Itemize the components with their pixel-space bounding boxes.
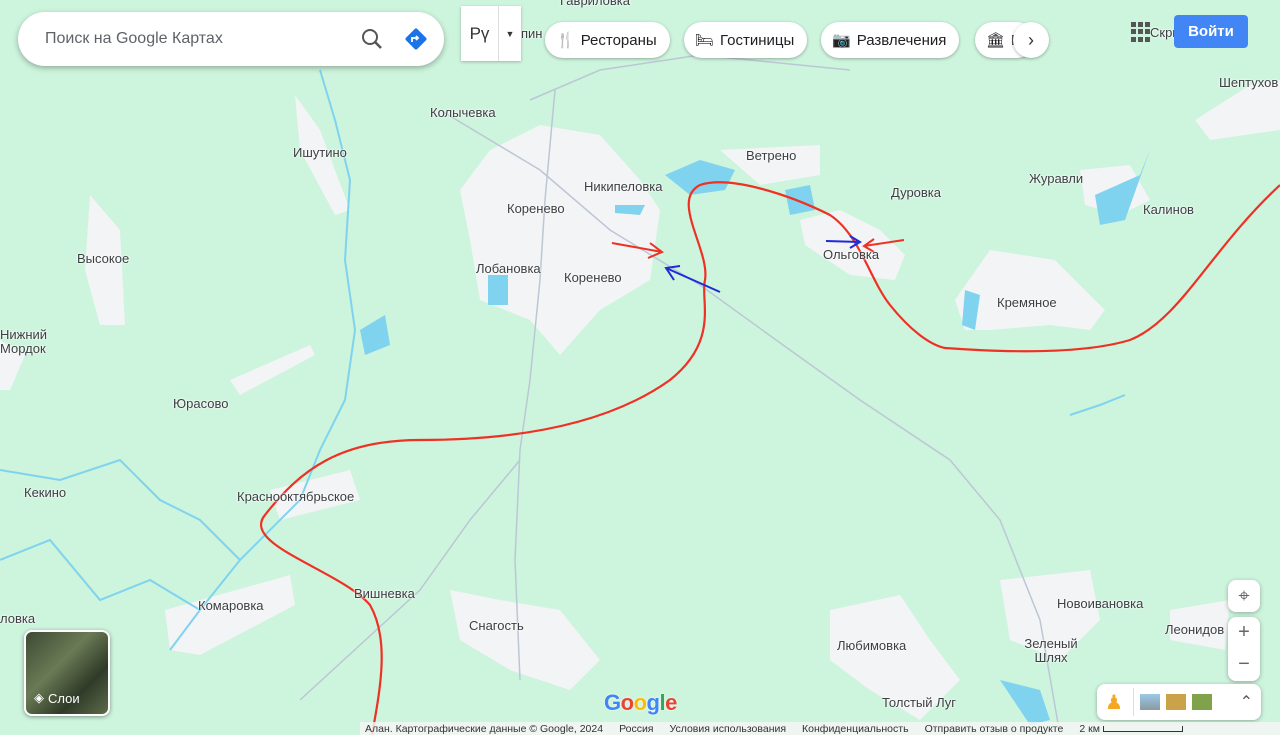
- layers-label: Слои: [48, 691, 80, 706]
- place-label: Шептухов: [1219, 75, 1279, 90]
- layers-button[interactable]: ◈ Слои: [24, 630, 110, 716]
- place-label: Ишутино: [293, 145, 347, 160]
- place-label: Вишневка: [354, 586, 415, 601]
- place-label: Гавриловка: [560, 0, 631, 8]
- chip-label: Развлечения: [856, 31, 947, 49]
- place-label: Леонидов: [1165, 622, 1225, 637]
- language-value: Рү: [461, 6, 499, 61]
- layers-icon: ◈: [34, 690, 44, 705]
- place-label: ловка: [0, 611, 36, 626]
- place-label: Ольговка: [823, 247, 880, 262]
- chevron-down-icon: ▼: [505, 28, 515, 39]
- place-label: Ветрено: [746, 148, 797, 163]
- chip-label: Рестораны: [580, 31, 657, 49]
- zoom-in-button[interactable]: +: [1238, 617, 1250, 649]
- place-label: Кекино: [24, 485, 67, 500]
- place-label: Дуровка: [891, 185, 942, 200]
- place-label: Новоивановка: [1057, 596, 1144, 611]
- place-label: Толстый Луг: [882, 695, 957, 710]
- map-data-attribution: Алан. Картографические данные © Google, …: [365, 722, 604, 735]
- frontline: [260, 181, 1280, 735]
- hotel-icon: 🛏: [695, 32, 715, 49]
- zoom-controls: + −: [1228, 617, 1260, 681]
- imagery-thumb[interactable]: [1140, 694, 1160, 710]
- feedback-link[interactable]: Отправить отзыв о продукте: [925, 723, 1064, 735]
- footer: Алан. Картографические данные © Google, …: [360, 722, 1280, 735]
- pegman-icon[interactable]: ♟: [1105, 690, 1127, 715]
- expand-icon[interactable]: ⌃: [1240, 692, 1253, 712]
- apps-grid-icon[interactable]: [1131, 22, 1151, 42]
- place-label: Снагость: [469, 618, 524, 633]
- chip-entertainment[interactable]: 📷 Развлечения: [821, 22, 960, 58]
- search-icon[interactable]: [350, 17, 394, 61]
- imagery-thumb[interactable]: [1192, 694, 1212, 710]
- location-icon: ⌖: [1238, 584, 1250, 607]
- my-location-button[interactable]: ⌖: [1228, 580, 1260, 612]
- street-view-bar: ♟ ⌃: [1097, 684, 1261, 720]
- camera-icon: 📷: [832, 32, 851, 49]
- terms-link[interactable]: Условия использования: [670, 723, 787, 735]
- signin-button[interactable]: Войти: [1174, 15, 1248, 48]
- search-box[interactable]: Поиск на Google Картах: [18, 12, 444, 66]
- place-label: Коренево: [507, 201, 565, 216]
- scale-bar[interactable]: 2 км: [1079, 723, 1183, 735]
- place-label: Комаровка: [198, 598, 264, 613]
- language-select[interactable]: Рү ▼: [461, 6, 521, 61]
- place-label: Любимовка: [837, 638, 907, 653]
- place-label: Коренево: [564, 270, 622, 285]
- place-label: Колычевка: [430, 105, 496, 120]
- chip-label: Гостиницы: [720, 31, 795, 49]
- chevron-right-icon[interactable]: ›: [1013, 22, 1049, 58]
- privacy-link[interactable]: Конфиденциальность: [802, 723, 909, 735]
- map-canvas[interactable]: [0, 0, 1280, 735]
- scale-label: 2 км: [1079, 722, 1100, 735]
- place-label: Высокое: [77, 251, 130, 266]
- search-input[interactable]: Поиск на Google Картах: [45, 30, 350, 48]
- place-label: Калинов: [1143, 202, 1194, 217]
- directions-icon[interactable]: [394, 17, 438, 61]
- place-label: пин: [521, 26, 543, 41]
- country-link[interactable]: Россия: [619, 723, 653, 735]
- place-label: Кремяное: [997, 295, 1057, 310]
- place-label: Краснооктябрьское: [237, 489, 355, 504]
- place-label: Журавли: [1029, 171, 1084, 186]
- museum-icon: 🏛: [986, 32, 1006, 49]
- roads: [299, 54, 1061, 735]
- place-label: Нижний Мордок: [0, 327, 48, 356]
- imagery-thumb[interactable]: [1166, 694, 1186, 710]
- chip-hotels[interactable]: 🛏 Гостиницы: [684, 22, 808, 58]
- restaurant-icon: 🍴: [556, 32, 575, 49]
- chip-restaurants[interactable]: 🍴 Рестораны: [545, 22, 670, 58]
- place-label: Зеленый Шлях: [1024, 636, 1078, 665]
- google-logo: Google: [604, 690, 677, 715]
- place-label: Никипеловка: [584, 179, 663, 194]
- place-label: Лобановка: [476, 261, 541, 276]
- place-label: Юрасово: [173, 396, 229, 411]
- zoom-out-button[interactable]: −: [1238, 649, 1250, 681]
